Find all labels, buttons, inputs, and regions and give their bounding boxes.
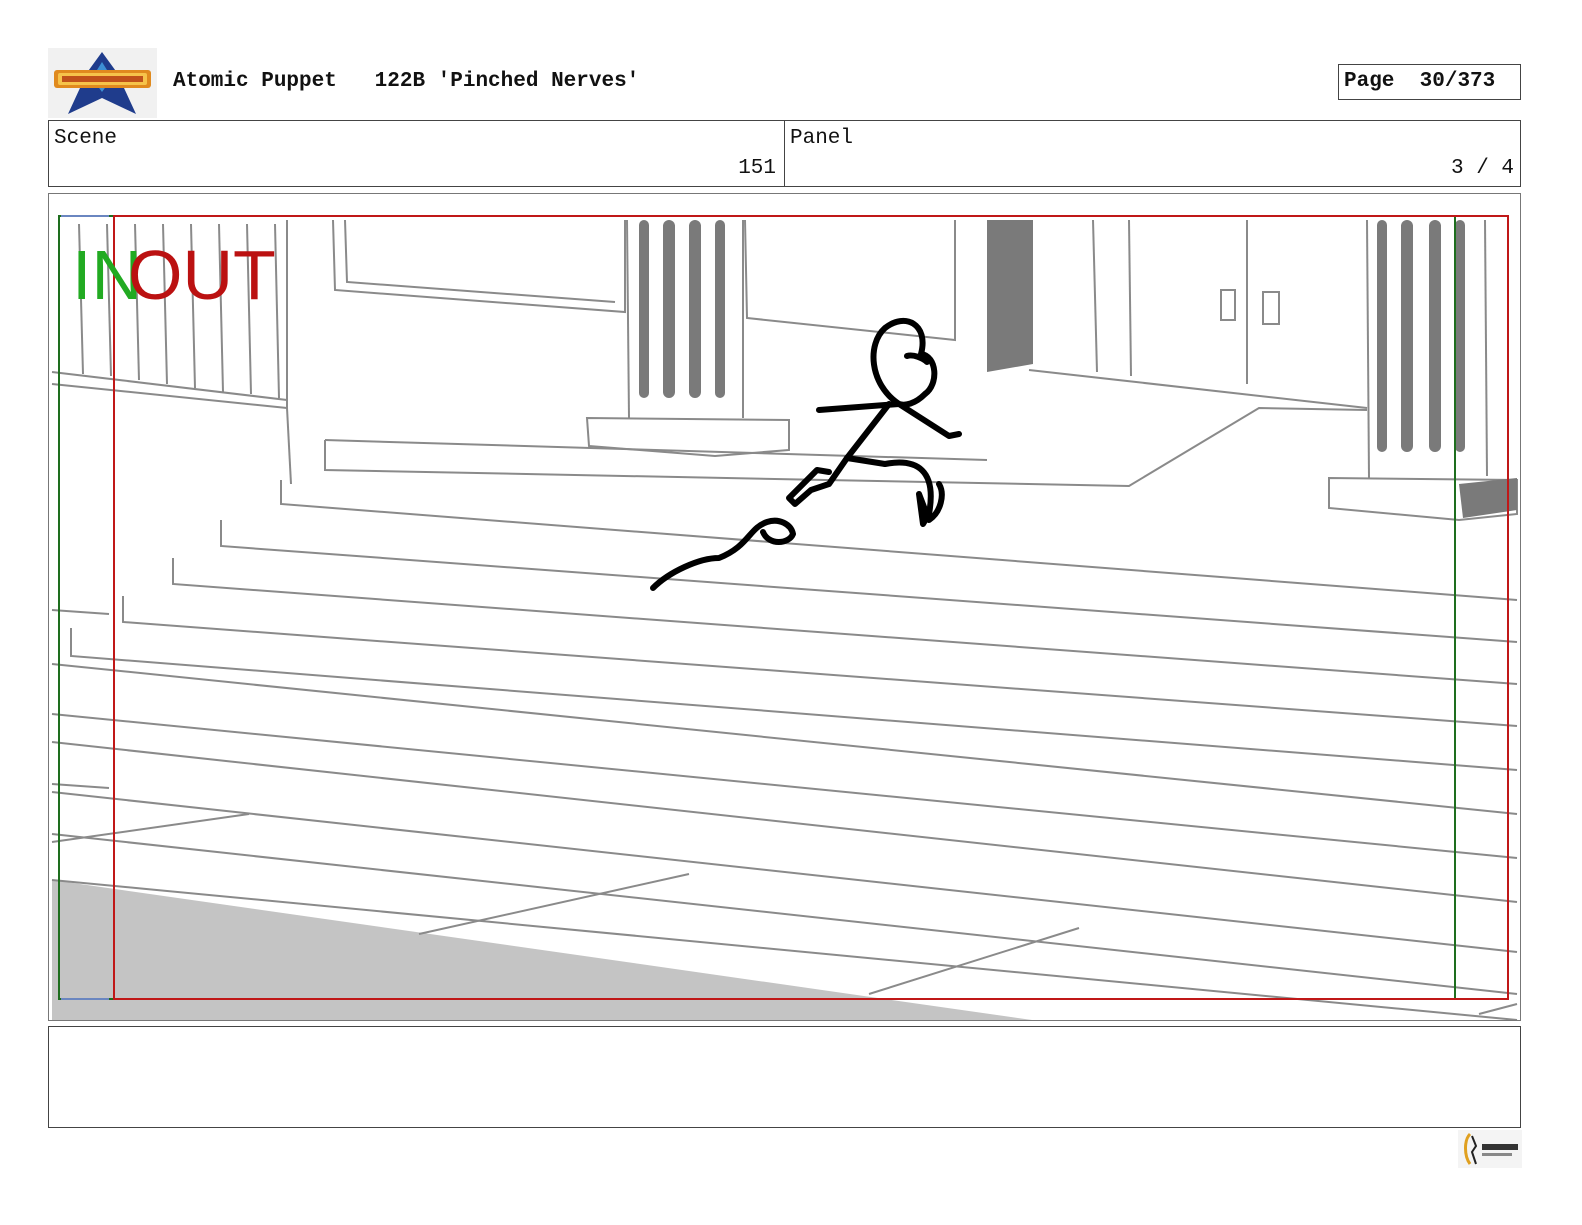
column-grooves xyxy=(639,220,1517,518)
notes-box xyxy=(48,1026,1521,1128)
background-lines xyxy=(51,219,1518,1020)
page-indicator: Page 30/373 xyxy=(1338,64,1521,100)
episode-title: 122B 'Pinched Nerves' xyxy=(374,70,640,93)
show-name: Atomic Puppet xyxy=(173,70,337,93)
page-number: 30/373 xyxy=(1419,70,1496,93)
scene-label: Scene xyxy=(54,127,118,150)
atomic-puppet-logo-icon xyxy=(48,48,157,118)
safe-frame-in xyxy=(58,215,1456,1000)
scene-number: 151 xyxy=(738,157,776,180)
panel-label: Panel xyxy=(790,127,854,150)
panel-number: 3 / 4 xyxy=(1450,157,1514,180)
document-title: Atomic Puppet 122B 'Pinched Nerves' xyxy=(173,70,639,93)
storyboard-panel-image xyxy=(48,193,1521,1021)
safe-frame-out xyxy=(113,215,1509,1000)
storyboard-drawing xyxy=(51,215,1518,1020)
mercury-filmworks-logo-icon xyxy=(1458,1130,1522,1168)
scene-panel-divider xyxy=(784,120,785,187)
out-marker-label: OUT xyxy=(128,236,276,314)
page-label: Page xyxy=(1344,70,1395,93)
